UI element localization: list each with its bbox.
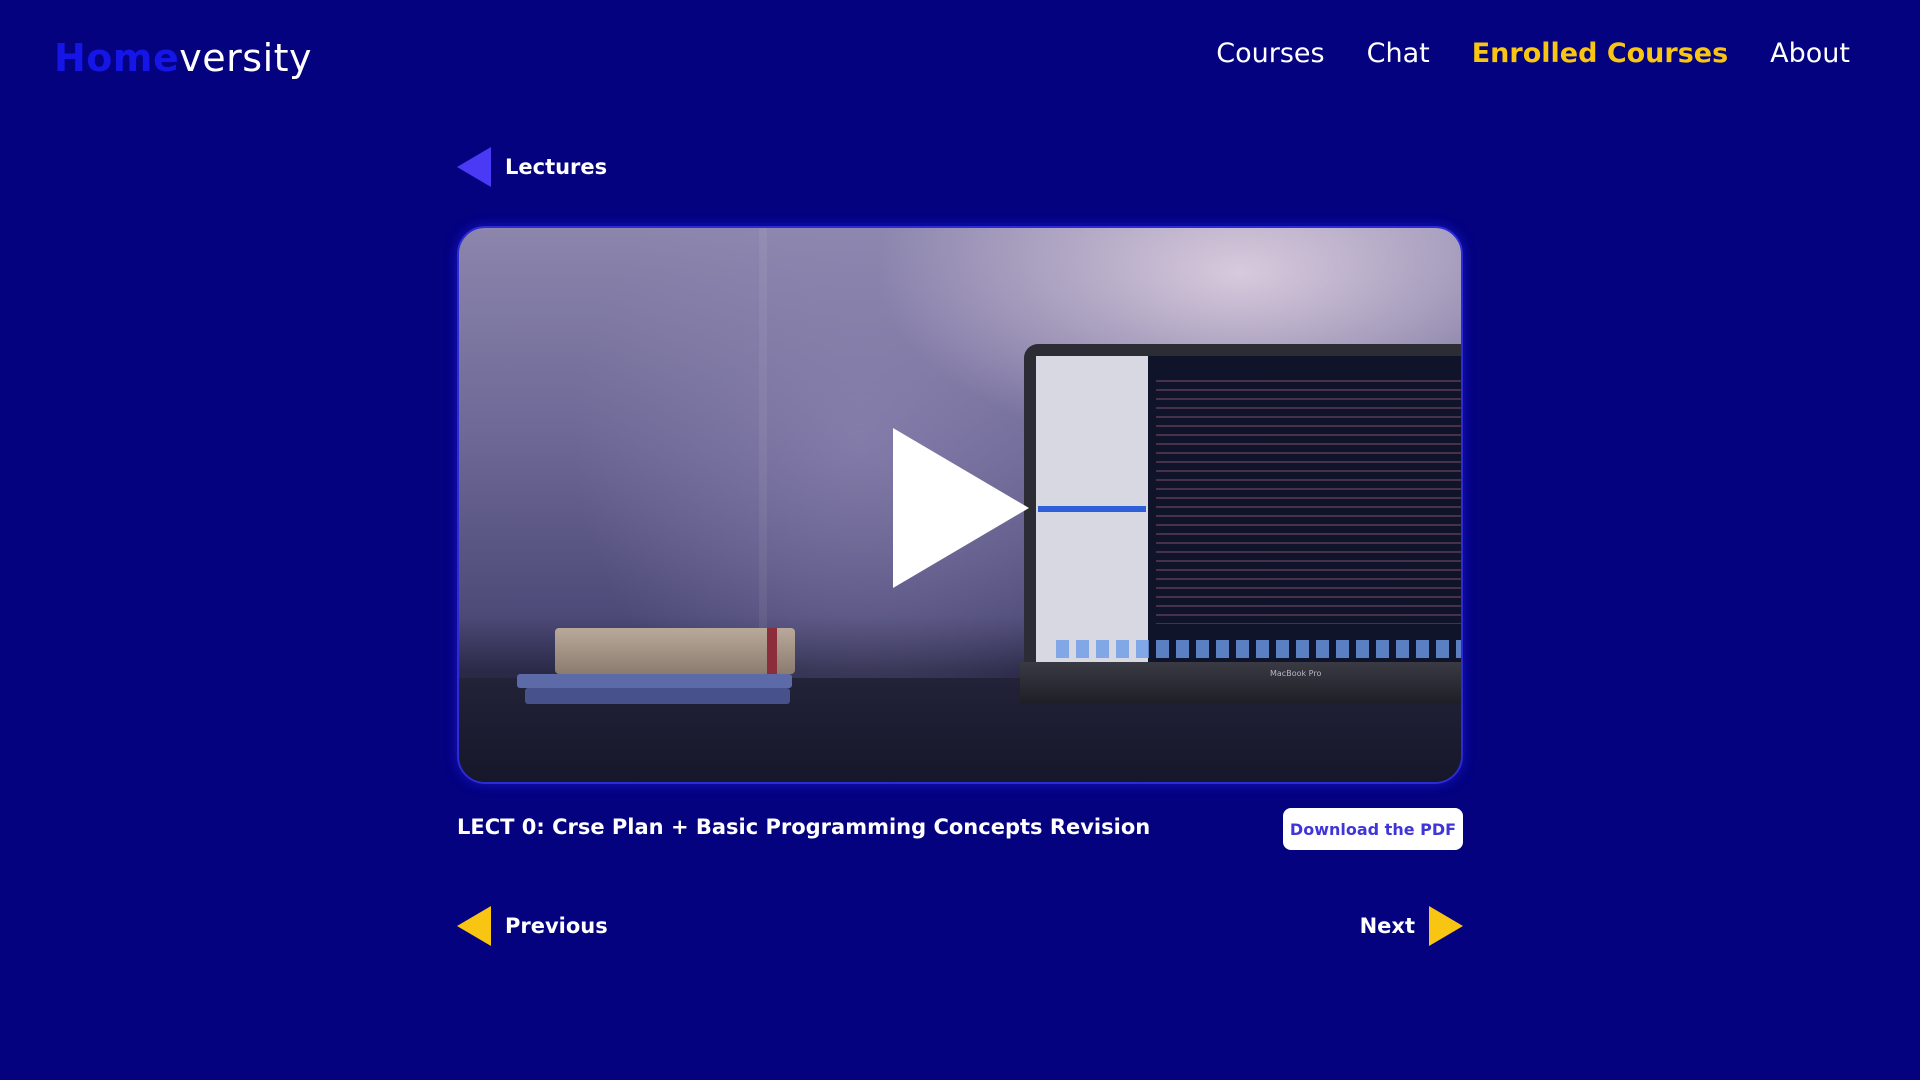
video-thumbnail-laptop: MacBook Pro: [1020, 344, 1461, 704]
triangle-left-icon: [457, 147, 491, 187]
logo-versity-text: versity: [179, 36, 313, 80]
previous-lecture-button[interactable]: Previous: [457, 906, 608, 946]
video-thumbnail-wall: [759, 228, 767, 688]
page: Homeversity Courses Chat Enrolled Course…: [0, 0, 1920, 1080]
logo-home-text: Home: [54, 36, 180, 80]
next-label: Next: [1359, 914, 1415, 938]
next-lecture-button[interactable]: Next: [1360, 906, 1463, 946]
triangle-right-icon: [1429, 906, 1463, 946]
video-thumbnail-books: [517, 628, 797, 718]
triangle-left-icon: [457, 906, 491, 946]
logo[interactable]: Homeversity: [54, 36, 312, 80]
main-nav: Courses Chat Enrolled Courses About: [1174, 38, 1850, 69]
lecture-title: LECT 0: Crse Plan + Basic Programming Co…: [457, 815, 1151, 839]
nav-about[interactable]: About: [1770, 38, 1850, 69]
download-pdf-button[interactable]: Download the PDF: [1283, 808, 1463, 850]
nav-courses[interactable]: Courses: [1216, 38, 1324, 69]
video-player[interactable]: MacBook Pro: [457, 226, 1463, 784]
nav-chat[interactable]: Chat: [1367, 38, 1430, 69]
play-icon[interactable]: [893, 428, 1029, 588]
nav-enrolled-courses[interactable]: Enrolled Courses: [1472, 38, 1728, 69]
back-to-lectures-label: Lectures: [505, 155, 608, 179]
back-to-lectures-link[interactable]: Lectures: [457, 147, 607, 187]
laptop-label: MacBook Pro: [1270, 669, 1322, 678]
previous-label: Previous: [505, 914, 608, 938]
